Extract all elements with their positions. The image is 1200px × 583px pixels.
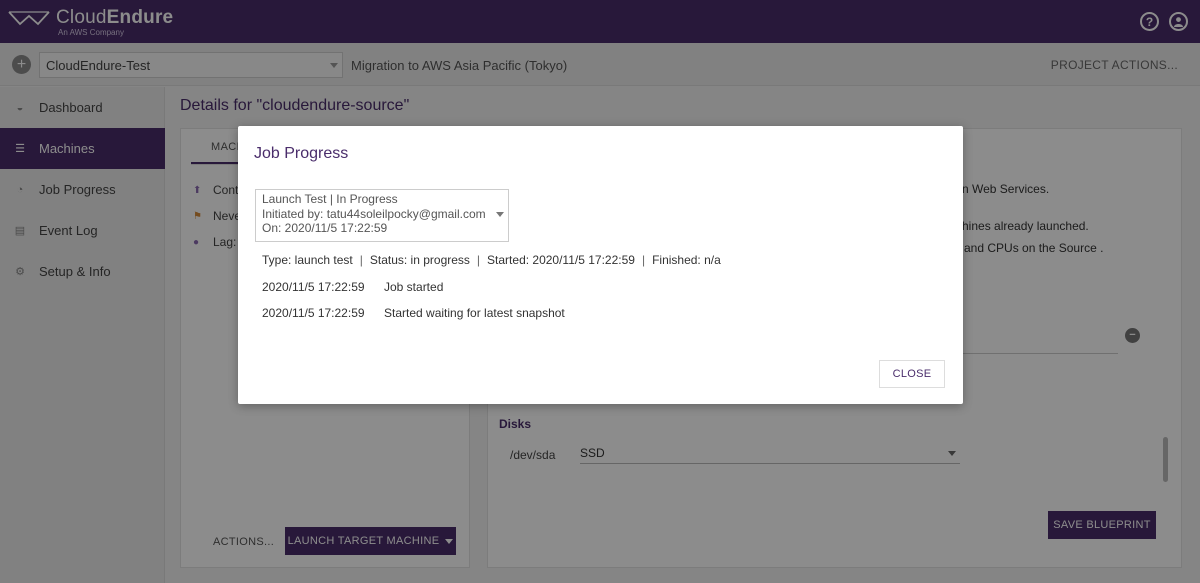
log-entry: 2020/11/5 17:22:59 Job started: [262, 280, 443, 294]
log-timestamp: 2020/11/5 17:22:59: [262, 280, 365, 294]
log-timestamp: 2020/11/5 17:22:59: [262, 306, 365, 320]
job-select-line-1: Launch Test | In Progress: [262, 192, 398, 206]
log-message: Started waiting for latest snapshot: [384, 306, 565, 320]
job-progress-dialog: Job Progress Launch Test | In Progress I…: [238, 126, 963, 404]
separator: |: [641, 253, 646, 267]
job-started: Started: 2020/11/5 17:22:59: [487, 253, 635, 267]
job-status: Status: in progress: [369, 253, 470, 267]
log-message: Job started: [384, 280, 444, 294]
separator: |: [359, 253, 363, 267]
job-type: Type: launch test: [262, 253, 353, 267]
log-entry: 2020/11/5 17:22:59 Started waiting for l…: [262, 306, 565, 320]
close-button[interactable]: CLOSE: [879, 360, 945, 388]
job-select-line-2: Initiated by: tatu44soleilpocky@gmail.co…: [262, 206, 486, 221]
job-finished: Finished: n/a: [652, 253, 721, 267]
job-select-line-3: On: 2020/11/5 17:22:59: [262, 221, 388, 235]
separator: |: [476, 253, 481, 267]
chevron-down-icon: [496, 212, 504, 217]
dialog-title: Job Progress: [254, 145, 349, 162]
job-select[interactable]: Launch Test | In Progress Initiated by: …: [255, 189, 509, 242]
job-summary: Type: launch test | Status: in progress …: [262, 253, 721, 267]
